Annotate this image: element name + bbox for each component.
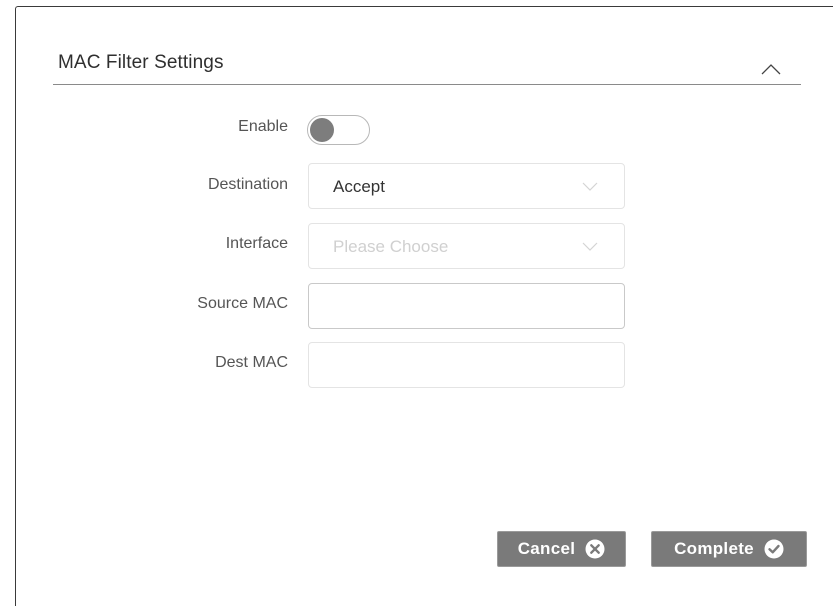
- chevron-down-icon: [582, 182, 598, 191]
- source-mac-input[interactable]: [309, 284, 624, 328]
- cancel-button-label: Cancel: [517, 539, 576, 558]
- interface-placeholder: Please Choose: [333, 237, 449, 256]
- x-circle-icon: [585, 539, 605, 559]
- section-title: MAC Filter Settings: [58, 52, 224, 73]
- check-circle-icon: [764, 539, 784, 559]
- destination-select[interactable]: Accept: [308, 163, 625, 209]
- enable-toggle[interactable]: [307, 115, 370, 145]
- dest-mac-input[interactable]: [309, 343, 624, 387]
- destination-label: Destination: [207, 176, 288, 193]
- cancel-button[interactable]: Cancel: [497, 531, 626, 567]
- source-mac-label: Source MAC: [197, 295, 288, 312]
- complete-button-label: Complete: [674, 539, 754, 558]
- source-mac-field: [308, 283, 625, 329]
- complete-button[interactable]: Complete: [651, 531, 807, 567]
- dest-mac-field: [308, 342, 625, 388]
- chevron-down-icon: [582, 242, 598, 251]
- interface-label: Interface: [225, 235, 288, 252]
- interface-select[interactable]: Please Choose: [308, 223, 625, 269]
- section-divider: [53, 84, 801, 85]
- enable-label: Enable: [238, 118, 288, 135]
- destination-value: Accept: [333, 177, 385, 196]
- dest-mac-label: Dest MAC: [215, 354, 288, 371]
- chevron-up-icon[interactable]: [760, 62, 782, 76]
- toggle-knob: [310, 118, 334, 142]
